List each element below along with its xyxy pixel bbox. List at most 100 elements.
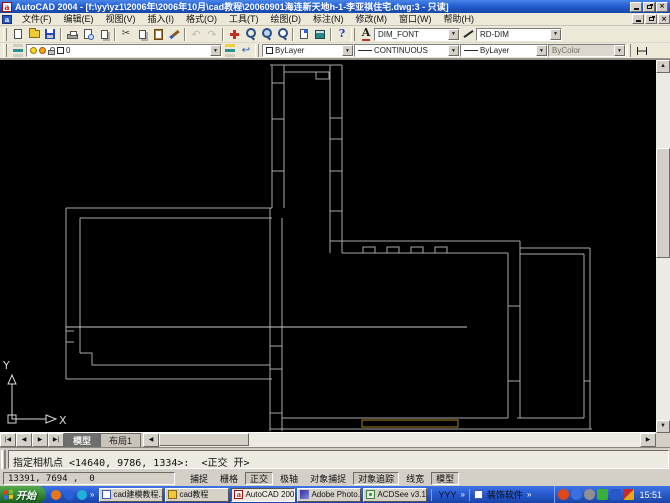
open-button[interactable]	[26, 27, 42, 42]
taskbar-toolbar-decor[interactable]: 装饰软件	[485, 488, 525, 501]
dimension-toolbar-grip[interactable]	[627, 44, 631, 57]
tab-layout1[interactable]: 布局1	[100, 433, 141, 447]
vertical-scrollbar[interactable]: ▲ ▼	[656, 60, 670, 433]
text-style-button[interactable]: A	[358, 27, 374, 42]
tray-messenger-icon[interactable]	[571, 489, 582, 500]
layers-toolbar-grip[interactable]	[3, 44, 7, 57]
mdi-close-button[interactable]: ×	[658, 14, 670, 24]
menu-draw[interactable]: 绘图(D)	[265, 13, 308, 26]
model-space-toggle[interactable]: 模型	[431, 472, 459, 485]
menu-help[interactable]: 帮助(H)	[438, 13, 481, 26]
linear-dimension-button[interactable]	[634, 43, 650, 58]
tray-update-icon[interactable]	[597, 489, 608, 500]
plot-preview-button[interactable]	[80, 27, 96, 42]
taskbar-button-autocad[interactable]: a AutoCAD 200...	[231, 488, 295, 502]
otrack-toggle[interactable]: 对象追踪	[353, 472, 399, 485]
paste-button[interactable]	[150, 27, 166, 42]
layer-on-bulb-icon[interactable]	[30, 47, 37, 54]
taskbar-button-photoshop[interactable]: Adobe Photo...	[297, 488, 361, 502]
quicklaunch-ie-icon[interactable]	[64, 490, 74, 500]
cut-button[interactable]: ✂	[118, 27, 134, 42]
taskbar-clock[interactable]: 15:51	[636, 490, 665, 500]
zoom-window-button[interactable]	[258, 27, 274, 42]
tray-volume-icon[interactable]	[584, 489, 595, 500]
designcenter-button[interactable]	[312, 27, 328, 42]
tab-last-button[interactable]: ▶|	[48, 433, 64, 447]
menu-dimension[interactable]: 标注(N)	[307, 13, 350, 26]
scroll-down-button[interactable]: ▼	[656, 420, 670, 433]
start-button[interactable]: 开始	[0, 486, 46, 503]
zoom-realtime-button[interactable]	[242, 27, 258, 42]
layer-freeze-sun-icon[interactable]	[39, 47, 46, 54]
vertical-scroll-thumb[interactable]	[656, 148, 670, 258]
chevron-down-icon[interactable]: ▼	[448, 45, 459, 56]
tab-first-button[interactable]: |◀	[0, 433, 16, 447]
pan-button[interactable]	[226, 27, 242, 42]
quicklaunch-media-icon[interactable]	[51, 490, 61, 500]
redo-button[interactable]: ↷	[204, 27, 220, 42]
vertical-scroll-track[interactable]	[656, 73, 670, 420]
restore-button[interactable]	[643, 2, 655, 12]
properties-toolbar-grip[interactable]	[255, 44, 259, 57]
linetype-combo[interactable]: CONTINUOUS ▼	[354, 44, 460, 57]
lineweight-combo[interactable]: ByLayer ▼	[460, 44, 548, 57]
new-button[interactable]	[10, 27, 26, 42]
layer-lock-icon[interactable]	[48, 50, 55, 55]
mdi-minimize-button[interactable]	[632, 14, 644, 24]
menu-tools[interactable]: 工具(T)	[223, 13, 265, 26]
autocad-app-icon[interactable]: a	[2, 2, 12, 12]
tray-input-method-icon[interactable]	[623, 489, 634, 500]
osnap-toggle[interactable]: 对象捕捉	[305, 472, 351, 485]
drawing-file-icon[interactable]: a	[2, 15, 12, 24]
horizontal-scroll-track[interactable]	[159, 433, 640, 447]
make-object-layer-current-button[interactable]	[222, 43, 238, 58]
toolbar-chevron-icon[interactable]: »	[460, 490, 464, 499]
text-style-combo[interactable]: DIM_FONT ▼	[374, 28, 460, 41]
chevron-down-icon[interactable]: ▼	[210, 45, 221, 56]
scroll-left-button[interactable]: ◀	[143, 433, 159, 447]
horizontal-scroll-thumb[interactable]	[159, 433, 249, 446]
menu-file[interactable]: 文件(F)	[16, 13, 58, 26]
menu-edit[interactable]: 编辑(E)	[58, 13, 100, 26]
horizontal-scrollbar[interactable]: ◀ ▶	[143, 433, 656, 447]
grid-toggle[interactable]: 栅格	[215, 472, 243, 485]
layer-combo[interactable]: 0 ▼	[26, 44, 222, 57]
minimize-button[interactable]	[630, 2, 642, 12]
taskbar-toolbar-yyy[interactable]: YYY	[436, 490, 458, 500]
toolbar-grip[interactable]	[3, 28, 7, 41]
publish-button[interactable]	[96, 27, 112, 42]
chevron-down-icon[interactable]: ▼	[550, 29, 561, 40]
quicklaunch-chevron-icon[interactable]: »	[90, 490, 94, 499]
dim-style-button[interactable]	[460, 27, 476, 42]
lineweight-toggle[interactable]: 线宽	[401, 472, 429, 485]
coordinates-readout[interactable]: 13391, 7694 , 0	[3, 472, 175, 485]
mdi-restore-button[interactable]	[645, 14, 657, 24]
taskbar-button-cad-folder[interactable]: cad教程	[165, 488, 229, 502]
menu-view[interactable]: 视图(V)	[100, 13, 142, 26]
styles-toolbar-grip[interactable]	[351, 28, 355, 41]
snap-toggle[interactable]: 捕捉	[185, 472, 213, 485]
close-button[interactable]: ×	[656, 2, 668, 12]
quicklaunch-msn-icon[interactable]	[77, 490, 87, 500]
layer-previous-button[interactable]: ↩	[238, 43, 254, 58]
dim-style-combo[interactable]: RD-DIM ▼	[476, 28, 562, 41]
menu-insert[interactable]: 插入(I)	[142, 13, 181, 26]
chevron-down-icon[interactable]: ▼	[536, 45, 547, 56]
copy-button[interactable]	[134, 27, 150, 42]
properties-button[interactable]	[296, 27, 312, 42]
drawing-canvas[interactable]: Y X ▲ ▼	[0, 59, 670, 432]
layer-color-swatch[interactable]	[57, 47, 64, 54]
layer-manager-button[interactable]	[10, 43, 26, 58]
chevron-down-icon[interactable]: ▼	[448, 29, 459, 40]
polar-toggle[interactable]: 极轴	[275, 472, 303, 485]
tab-next-button[interactable]: ▶	[32, 433, 48, 447]
taskbar-button-cad-modeling[interactable]: cad建模教程...	[99, 488, 163, 502]
menu-format[interactable]: 格式(O)	[180, 13, 223, 26]
tab-model[interactable]: 模型	[64, 433, 100, 447]
taskbar-button-acdsee[interactable]: ACDSee v3.1...	[363, 488, 427, 502]
zoom-previous-button[interactable]	[274, 27, 290, 42]
command-line-input[interactable]: 指定相机点 <14640, 9786, 1334>: <正交 开>	[8, 450, 669, 469]
scroll-right-button[interactable]: ▶	[640, 433, 656, 447]
undo-button[interactable]: ↶	[188, 27, 204, 42]
menu-modify[interactable]: 修改(M)	[350, 13, 394, 26]
